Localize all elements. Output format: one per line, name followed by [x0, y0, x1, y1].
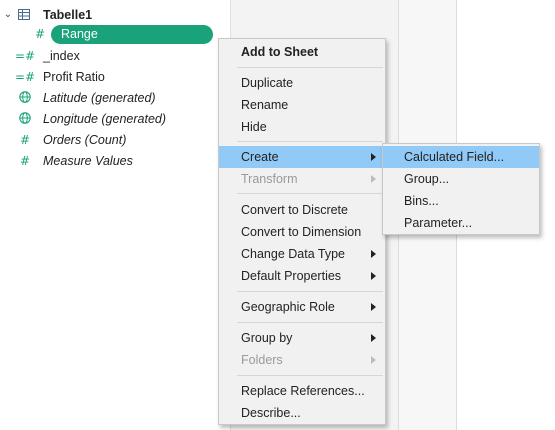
menu-item-label: Change Data Type — [241, 247, 346, 261]
menu-item-label: Hide — [241, 120, 267, 134]
submenu-item-label: Bins... — [404, 194, 439, 208]
menu-separator — [237, 375, 383, 376]
hash-icon: # — [34, 27, 46, 41]
menu-separator — [237, 141, 383, 142]
hash-icon: # — [19, 133, 31, 147]
menu-item-label: Convert to Dimension — [241, 225, 362, 239]
submenu-arrow-icon — [371, 356, 376, 364]
submenu-item-label: Calculated Field... — [404, 150, 505, 164]
menu-item-convert-to-discrete[interactable]: Convert to Discrete — [219, 199, 385, 221]
field-label: Measure Values — [43, 154, 133, 168]
field-label: Longitude (generated) — [43, 112, 167, 126]
field-label: Latitude (generated) — [43, 91, 156, 105]
menu-item-label: Describe... — [241, 406, 301, 420]
field-label: Range — [61, 27, 98, 41]
submenu-item-label: Group... — [404, 172, 450, 186]
menu-item-label: Group by — [241, 331, 293, 345]
field-label: Orders (Count) — [43, 133, 127, 147]
submenu-item-calculated-field[interactable]: Calculated Field... — [383, 146, 539, 168]
globe-icon — [18, 91, 32, 105]
menu-item-convert-to-dimension[interactable]: Convert to Dimension — [219, 221, 385, 243]
menu-item-label: Transform — [241, 172, 298, 186]
field-item[interactable]: =# _index — [0, 46, 230, 66]
table-header-row[interactable]: ⌄ Tabelle1 — [0, 5, 230, 25]
submenu-item-bins[interactable]: Bins... — [383, 190, 539, 212]
hash-icon: =# — [15, 70, 36, 84]
context-menu: Add to Sheet Duplicate Rename Hide Creat… — [218, 38, 386, 425]
menu-separator — [237, 67, 383, 68]
menu-item-label: Rename — [241, 98, 289, 112]
submenu-arrow-icon — [371, 175, 376, 183]
field-label: _index — [43, 49, 80, 63]
menu-item-folders: Folders — [219, 349, 385, 371]
menu-item-label: Create — [241, 150, 279, 164]
menu-item-label: Geographic Role — [241, 300, 335, 314]
table-icon — [18, 9, 30, 23]
menu-item-replace-references[interactable]: Replace References... — [219, 380, 385, 402]
hash-icon: =# — [15, 49, 36, 63]
submenu-arrow-icon — [371, 153, 376, 161]
menu-separator — [237, 193, 383, 194]
field-pill-selected[interactable]: Range — [51, 25, 213, 44]
menu-item-geographic-role[interactable]: Geographic Role — [219, 296, 385, 318]
submenu-item-group[interactable]: Group... — [383, 168, 539, 190]
submenu-arrow-icon — [371, 272, 376, 280]
menu-item-group-by[interactable]: Group by — [219, 327, 385, 349]
menu-item-create[interactable]: Create — [219, 146, 385, 168]
menu-item-describe[interactable]: Describe... — [219, 402, 385, 424]
menu-item-rename[interactable]: Rename — [219, 94, 385, 116]
menu-item-label: Convert to Discrete — [241, 203, 348, 217]
submenu-arrow-icon — [371, 303, 376, 311]
menu-item-transform: Transform — [219, 168, 385, 190]
hash-icon: # — [19, 154, 31, 168]
menu-item-default-properties[interactable]: Default Properties — [219, 265, 385, 287]
submenu-item-parameter[interactable]: Parameter... — [383, 212, 539, 234]
field-item[interactable]: =# Profit Ratio — [0, 67, 230, 87]
field-item[interactable]: Longitude (generated) — [0, 109, 230, 129]
menu-item-change-data-type[interactable]: Change Data Type — [219, 243, 385, 265]
menu-item-label: Replace References... — [241, 384, 365, 398]
chevron-down-icon[interactable]: ⌄ — [3, 9, 13, 21]
menu-item-hide[interactable]: Hide — [219, 116, 385, 138]
menu-item-label: Default Properties — [241, 269, 342, 283]
submenu-arrow-icon — [371, 250, 376, 258]
submenu-arrow-icon — [371, 334, 376, 342]
table-name: Tabelle1 — [43, 8, 93, 22]
menu-item-label: Folders — [241, 353, 283, 367]
menu-item-add-to-sheet[interactable]: Add to Sheet — [219, 41, 385, 63]
field-item[interactable]: Latitude (generated) — [0, 88, 230, 108]
field-item[interactable]: # Measure Values — [0, 151, 230, 171]
menu-separator — [237, 322, 383, 323]
field-item[interactable]: # Orders (Count) — [0, 130, 230, 150]
field-label: Profit Ratio — [43, 70, 105, 84]
menu-item-label: Add to Sheet — [241, 45, 319, 59]
menu-item-label: Duplicate — [241, 76, 294, 90]
menu-item-duplicate[interactable]: Duplicate — [219, 72, 385, 94]
create-submenu: Calculated Field... Group... Bins... Par… — [382, 143, 540, 235]
submenu-item-label: Parameter... — [404, 216, 473, 230]
globe-icon — [18, 112, 32, 126]
menu-separator — [237, 291, 383, 292]
